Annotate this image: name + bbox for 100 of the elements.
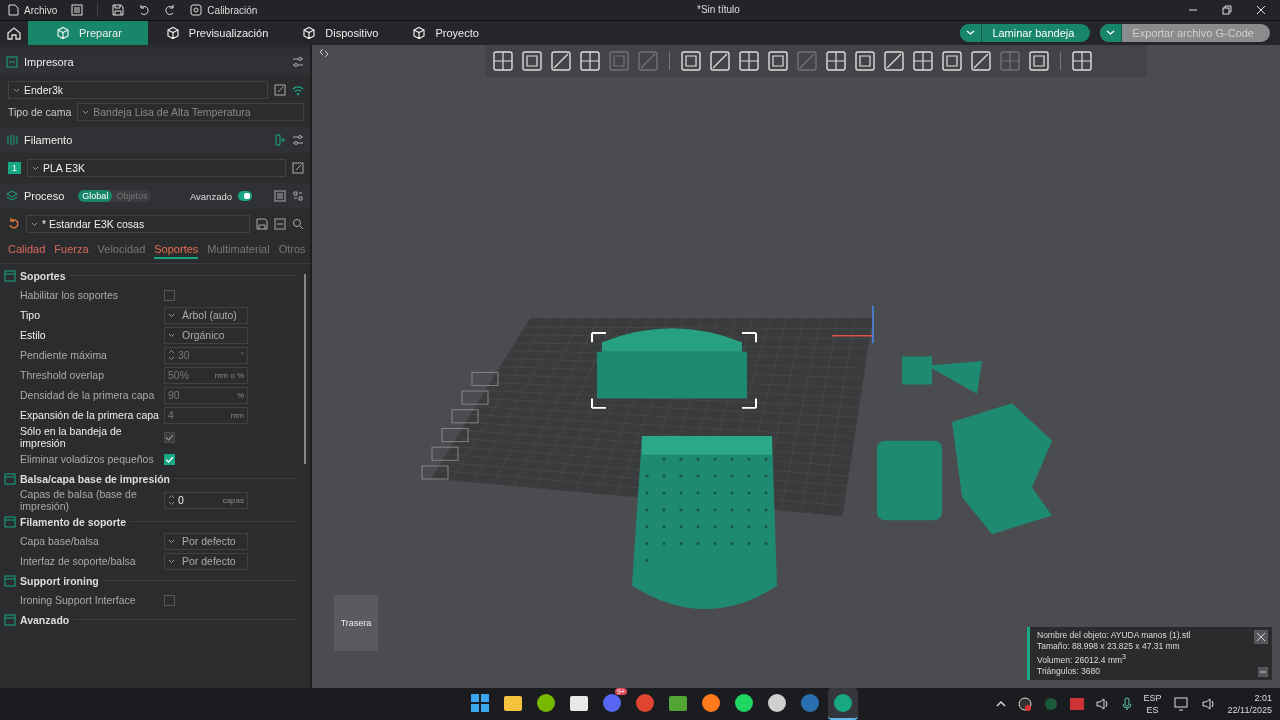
advanced-label: Avanzado [189, 190, 232, 202]
nav-tab[interactable]: Previsualización [147, 21, 285, 45]
settings-tab[interactable]: Multimaterial [207, 243, 270, 259]
setting-label: Sólo en la bandeja de impresión [20, 425, 123, 449]
settings-tab[interactable]: Soportes [154, 243, 199, 259]
app-icon [536, 693, 556, 713]
list-icon[interactable] [274, 190, 286, 202]
nav-tab[interactable]: Proyecto [394, 21, 495, 45]
checkbox[interactable] [164, 453, 175, 465]
settings-tab[interactable]: Calidad [8, 243, 46, 259]
bed-type-select[interactable]: Bandeja Lisa de Alta Temperatura [77, 103, 304, 121]
setting-select[interactable]: Orgánico [164, 326, 248, 344]
collapse-sidebar-icon[interactable] [318, 47, 330, 59]
setting-label: Pendiente máxima [20, 349, 108, 361]
filament-select[interactable]: PLA E3K [27, 159, 286, 177]
slice-action-button[interactable]: Laminar bandeja [960, 24, 1091, 42]
object-info-text: Triángulos: 3680 [1037, 666, 1101, 677]
clock[interactable]: 2:01 22/11/2025 [1227, 692, 1272, 716]
setting-select[interactable]: Por defecto [164, 552, 248, 570]
edit-icon[interactable] [292, 162, 304, 174]
app-icon [569, 693, 589, 713]
input-value: 50% [168, 369, 190, 381]
volume-icon[interactable] [1201, 697, 1216, 711]
setting-select[interactable]: Por defecto [164, 532, 248, 550]
section-title: Filamento [24, 134, 73, 146]
scope-toggle-option[interactable]: Global [78, 190, 113, 202]
checkbox[interactable] [164, 594, 175, 606]
home-icon[interactable] [7, 26, 21, 40]
search-icon[interactable] [292, 218, 304, 230]
reset-icon[interactable] [8, 218, 20, 230]
settings-icon[interactable] [292, 56, 304, 68]
nav-tab[interactable]: Dispositivo [284, 21, 395, 45]
app-icon [701, 693, 721, 713]
network-icon[interactable] [1173, 697, 1190, 711]
window-title: *Sin título [697, 4, 740, 15]
calibration-menu[interactable]: Calibración [190, 4, 258, 16]
checkbox[interactable] [164, 289, 175, 301]
object-info-text: Tamaño: 88.998 x 23.825 x 47.31 mm [1037, 641, 1181, 653]
microphone-icon[interactable] [1121, 697, 1132, 711]
section-title: Impresora [24, 56, 74, 68]
file-menu[interactable]: Archivo [8, 4, 58, 16]
chevron-up-icon[interactable] [995, 700, 1006, 708]
view-cube-label: Trasera [340, 618, 372, 628]
settings-tab[interactable]: Fuerza [54, 243, 89, 259]
input-value: 90 [168, 389, 181, 401]
caret-icon [168, 312, 175, 318]
setting-label: Capa base/balsa [20, 535, 100, 547]
object-info-text: Nombre del objeto: AYUDA manos (1).stl [1037, 630, 1192, 642]
caret-icon [31, 221, 38, 227]
object-info-text: Volumen: 26012.4 mm$^{3}$ [1037, 652, 1127, 666]
setting-label: Capas de balsa (base de impresión) [20, 488, 138, 512]
group-title: Support ironing [20, 574, 99, 587]
close-icon[interactable] [1256, 5, 1266, 15]
restore-icon[interactable] [1222, 5, 1232, 15]
unit-label: capas [222, 495, 244, 505]
filament-icon [6, 134, 18, 146]
menu-icon[interactable] [71, 4, 84, 16]
caret-icon [1106, 30, 1116, 36]
volume-icon[interactable] [1095, 697, 1110, 711]
setting-label: Ironing Support Interface [20, 594, 137, 606]
unit-label: ° [240, 350, 244, 360]
group-title: Filamento de soporte [20, 515, 127, 528]
advanced-switch[interactable] [238, 191, 252, 201]
redo-icon[interactable] [164, 4, 177, 16]
settings-icon[interactable] [292, 134, 304, 146]
view-cube[interactable]: Trasera [334, 595, 378, 651]
unit-label: mm o % [214, 370, 244, 380]
add-filament-icon[interactable] [274, 134, 286, 146]
caret-icon [82, 109, 90, 115]
nav-tab[interactable]: Preparar [28, 21, 148, 45]
wifi-icon[interactable] [292, 84, 304, 96]
undo-icon[interactable] [138, 4, 151, 16]
caret-icon [168, 538, 175, 544]
calibration-icon [190, 4, 203, 16]
tab-icon [56, 26, 70, 40]
settings-tab[interactable]: Velocidad [97, 243, 146, 259]
caret-icon [32, 165, 39, 171]
setting-select[interactable]: Árbol (auto) [164, 306, 248, 324]
save-icon[interactable] [256, 218, 268, 230]
unit-label: % [236, 390, 244, 400]
group-icon [4, 515, 16, 528]
language-indicator[interactable]: ESP ES [1143, 692, 1162, 716]
settings-tab[interactable]: Otros [278, 243, 306, 259]
filament-slot-badge: 1 [8, 162, 21, 174]
setting-label: Interfaz de soporte/balsa [20, 555, 137, 567]
process-preset-select[interactable]: * Estandar E3K cosas [26, 215, 250, 233]
caret-icon [966, 30, 976, 36]
input-value: 0 [178, 494, 185, 506]
setting-input[interactable]: 0 capas [164, 491, 248, 509]
edit-icon[interactable] [274, 84, 286, 96]
spinner-icon[interactable] [168, 494, 175, 506]
close-icon[interactable] [1254, 630, 1268, 645]
setting-label: Threshold overlap [20, 369, 106, 381]
windows-icon [470, 693, 490, 713]
group-title: Soportes [20, 269, 66, 282]
printer-select[interactable]: Ender3k [8, 81, 268, 99]
file-icon [8, 4, 19, 16]
compare-icon[interactable] [292, 190, 304, 202]
collapse-icon[interactable] [274, 218, 286, 230]
tray-app-icon[interactable] [1017, 697, 1032, 711]
